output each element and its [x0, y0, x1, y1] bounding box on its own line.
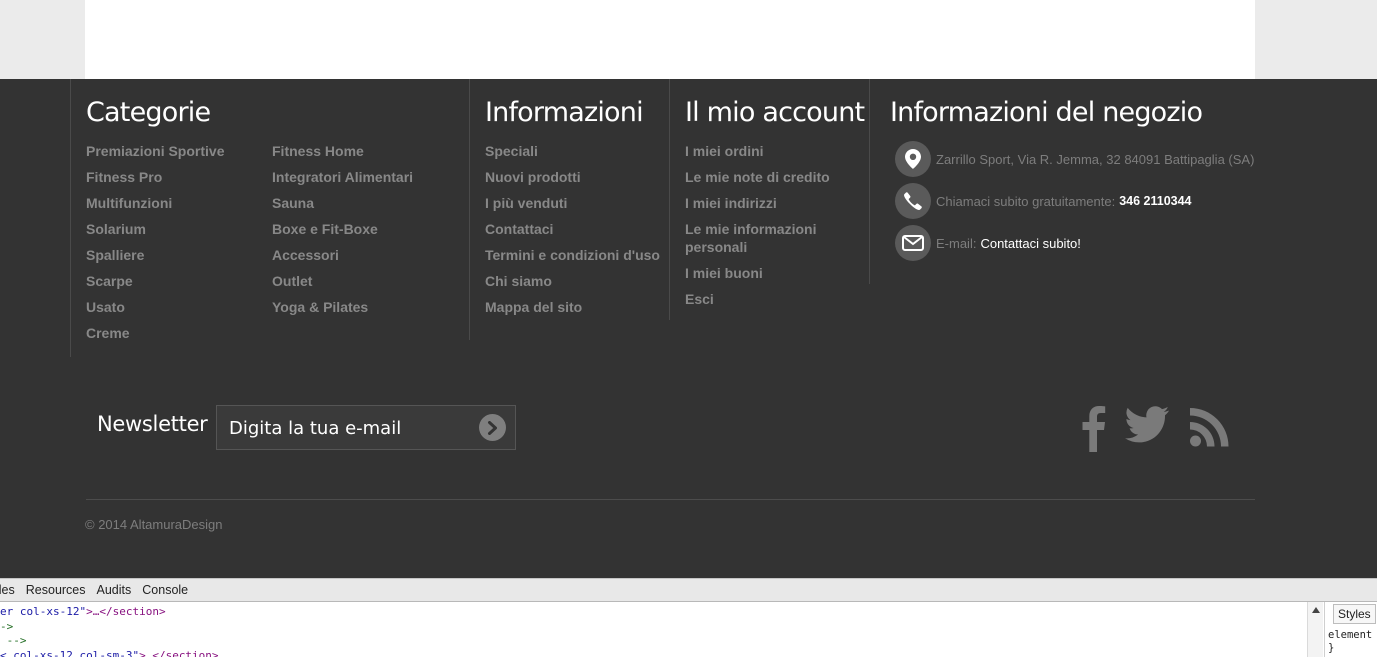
newsletter-email-input[interactable]	[229, 416, 474, 440]
store-address-row: Zarrillo Sport, Via R. Jemma, 32 84091 B…	[895, 141, 1254, 177]
info-link-best-sellers[interactable]: I più venduti	[485, 194, 670, 212]
info-link-new-products[interactable]: Nuovi prodotti	[485, 168, 670, 186]
scroll-up-arrow-icon[interactable]	[1312, 607, 1320, 613]
category-link[interactable]: Accessori	[272, 246, 462, 264]
account-link-logout[interactable]: Esci	[685, 290, 855, 308]
account-link-orders[interactable]: I miei ordini	[685, 142, 855, 160]
dom-line[interactable]: < col-xs-12 col-sm-3"> </section>	[0, 649, 219, 657]
account-list: I miei ordini Le mie note di credito I m…	[685, 142, 855, 316]
category-link[interactable]: Scarpe	[86, 272, 266, 290]
devtools-tab-profiles[interactable]: iles	[0, 583, 15, 597]
devtools-tab-audits[interactable]: Audits	[97, 583, 132, 597]
account-link-credit-slips[interactable]: Le mie note di credito	[685, 168, 855, 186]
account-column: Il mio account I miei ordini Le mie note…	[669, 79, 870, 320]
styles-code: element}	[1328, 629, 1373, 654]
devtools-tab-resources[interactable]: Resources	[26, 583, 86, 597]
info-link-contact[interactable]: Contattaci	[485, 220, 670, 238]
dom-line[interactable]: -->	[0, 634, 219, 649]
category-link[interactable]: Boxe e Fit-Boxe	[272, 220, 462, 238]
info-link-specials[interactable]: Speciali	[485, 142, 670, 160]
category-link[interactable]: Solarium	[86, 220, 266, 238]
categories-column: Categorie Premiazioni Sportive Fitness P…	[70, 79, 470, 357]
chevron-right-icon	[487, 420, 497, 435]
footer-divider	[86, 499, 1255, 500]
account-link-addresses[interactable]: I miei indirizzi	[685, 194, 855, 212]
store-info-heading: Informazioni del negozio	[890, 97, 1203, 128]
facebook-icon[interactable]	[1080, 402, 1106, 452]
information-list: Speciali Nuovi prodotti I più venduti Co…	[485, 142, 670, 324]
categories-heading: Categorie	[86, 97, 211, 128]
phone-icon	[895, 183, 931, 219]
account-link-vouchers[interactable]: I miei buoni	[685, 264, 855, 282]
category-link[interactable]: Yoga & Pilates	[272, 298, 462, 316]
devtools-tab-console[interactable]: Console	[142, 583, 188, 597]
email-contact-link[interactable]: Contattaci subito!	[980, 236, 1080, 251]
page-content-area	[85, 0, 1255, 79]
newsletter-form	[216, 405, 516, 450]
category-link[interactable]: Integratori Alimentari	[272, 168, 462, 186]
rss-icon[interactable]	[1189, 402, 1231, 448]
store-address: Zarrillo Sport, Via R. Jemma, 32 84091 B…	[936, 151, 1255, 167]
dom-line[interactable]: ->	[0, 620, 219, 635]
category-link[interactable]: Multifunzioni	[86, 194, 266, 212]
devtools-tab-bar: iles Resources Audits Console	[0, 579, 1377, 602]
info-link-terms[interactable]: Termini e condizioni d'uso	[485, 246, 670, 264]
map-marker-icon	[895, 141, 931, 177]
phone-label: Chiamaci subito gratuitamente:	[936, 193, 1116, 209]
store-email-row: E-mail: Contattaci subito!	[895, 225, 1081, 261]
info-link-about[interactable]: Chi siamo	[485, 272, 670, 290]
information-heading: Informazioni	[485, 97, 644, 128]
styles-tab[interactable]: Styles	[1333, 604, 1376, 624]
category-link[interactable]: Creme	[86, 324, 266, 342]
categories-list-left: Premiazioni Sportive Fitness Pro Multifu…	[86, 142, 266, 350]
devtools-scrollbar[interactable]	[1307, 602, 1323, 657]
category-link[interactable]: Outlet	[272, 272, 462, 290]
twitter-icon[interactable]	[1124, 402, 1170, 446]
envelope-icon	[895, 225, 931, 261]
site-footer: Categorie Premiazioni Sportive Fitness P…	[0, 79, 1377, 578]
store-info-column: Informazioni del negozio Zarrillo Sport,…	[869, 79, 1269, 284]
devtools-dom-tree[interactable]: er col-xs-12">…</section> -> --> < col-xs-…	[0, 605, 219, 657]
categories-list-right: Fitness Home Integratori Alimentari Saun…	[272, 142, 462, 324]
account-link-personal-info[interactable]: Le mie informazioni personali	[685, 220, 855, 256]
newsletter-submit-button[interactable]	[479, 414, 506, 441]
copyright-text: © 2014 AltamuraDesign	[85, 517, 223, 532]
email-label: E-mail:	[936, 235, 977, 251]
category-link[interactable]: Sauna	[272, 194, 462, 212]
info-link-sitemap[interactable]: Mappa del sito	[485, 298, 670, 316]
category-link[interactable]: Fitness Pro	[86, 168, 266, 186]
phone-number[interactable]: 346 2110344	[1119, 194, 1191, 208]
devtools-panel: iles Resources Audits Console er col-xs-…	[0, 578, 1377, 657]
account-heading: Il mio account	[685, 97, 865, 128]
category-link[interactable]: Fitness Home	[272, 142, 462, 160]
category-link[interactable]: Usato	[86, 298, 266, 316]
dom-line[interactable]: er col-xs-12">…</section>	[0, 605, 219, 620]
store-phone-row: Chiamaci subito gratuitamente: 346 21103…	[895, 183, 1192, 219]
category-link[interactable]: Spalliere	[86, 246, 266, 264]
information-column: Informazioni Speciali Nuovi prodotti I p…	[469, 79, 670, 340]
devtools-styles-pane: Styles element}	[1324, 602, 1377, 657]
newsletter-label: Newsletter	[97, 412, 208, 436]
category-link[interactable]: Premiazioni Sportive	[86, 142, 266, 160]
